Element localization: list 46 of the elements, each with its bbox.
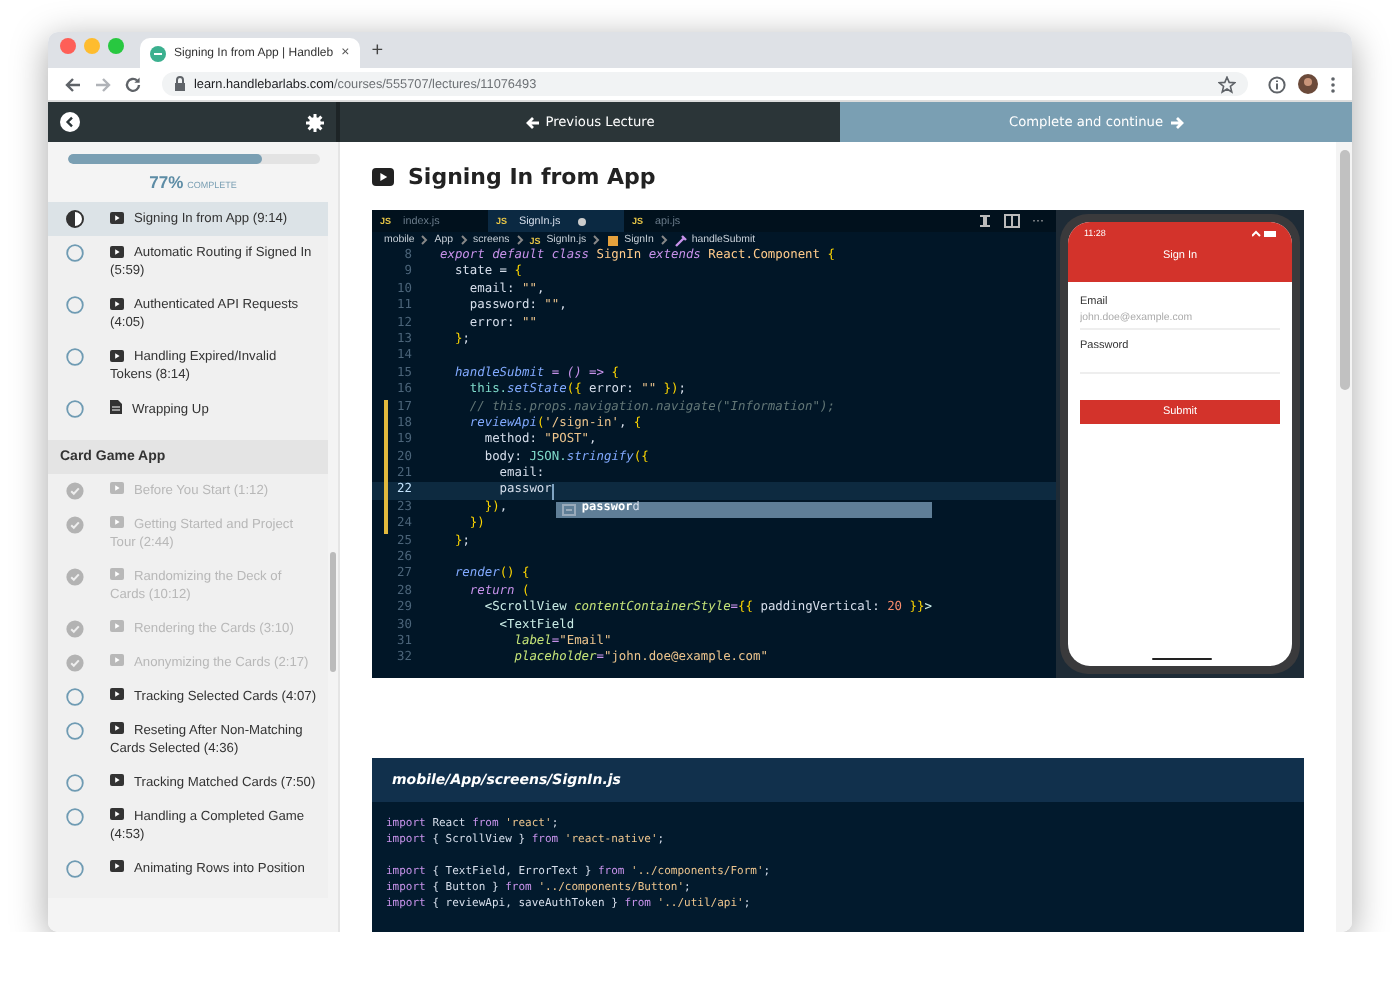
video-icon [110,568,124,580]
settings-icon[interactable] [306,113,324,131]
chevron-icon [659,234,668,246]
field-icon [561,503,576,516]
video-icon [110,688,124,700]
reload-icon[interactable] [124,75,142,93]
lock-icon [174,76,186,92]
class-icon [606,233,621,247]
split-editor-icon[interactable] [1004,214,1020,228]
compare-icon[interactable] [978,214,992,228]
video-icon [110,808,124,820]
video-icon [110,482,124,494]
video-icon [372,167,394,185]
chevron-icon [420,234,429,246]
arrow-right-icon [1169,115,1184,129]
video-icon [110,860,124,872]
progress-percent: 77% [149,171,184,191]
video-icon [110,245,124,257]
video-icon [110,516,124,528]
avatar-icon[interactable] [1298,74,1318,94]
video-icon [110,620,124,632]
chevron-icon [592,234,601,246]
wrench-icon [673,233,688,247]
favicon-icon [150,45,166,61]
back-icon[interactable] [64,75,82,93]
video-icon [110,297,124,309]
video-icon [110,722,124,734]
battery-icon [1252,229,1276,237]
scrollbar-thumb[interactable] [330,552,336,672]
scrollbar-thumb[interactable] [1339,150,1349,390]
chevron-icon [459,234,468,246]
video-icon [110,774,124,786]
lecture-title: Signing In from App [408,163,656,189]
text-cursor [551,483,554,500]
back-icon[interactable] [60,112,80,132]
video-icon [110,211,124,223]
star-icon[interactable] [1218,75,1236,93]
document-icon [110,400,122,414]
home-indicator [1152,657,1212,660]
arrow-left-icon [525,115,540,129]
video-icon [110,349,124,361]
info-icon[interactable] [1268,75,1286,93]
video-icon [110,654,124,666]
chevron-icon [515,234,524,246]
menu-icon[interactable] [1330,75,1336,93]
new-tab-button[interactable]: + [359,40,396,68]
